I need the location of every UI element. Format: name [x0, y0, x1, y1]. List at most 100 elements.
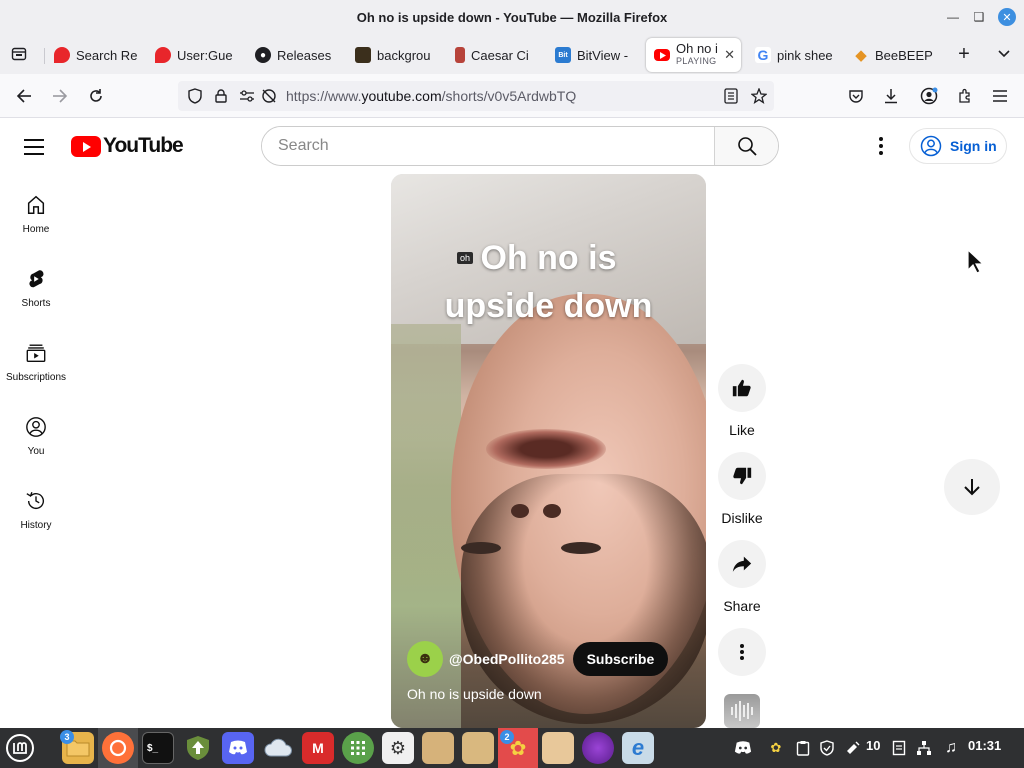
mario-game-icon[interactable]: M — [302, 732, 334, 764]
new-tab-icon[interactable]: + — [953, 43, 975, 65]
back-icon[interactable] — [13, 85, 35, 107]
window-title: Oh no is upside down - YouTube — Mozilla… — [356, 9, 668, 25]
history-icon — [26, 492, 44, 510]
forward-icon[interactable] — [49, 85, 71, 107]
guide-item-history[interactable]: History — [0, 482, 72, 552]
discord-icon[interactable] — [222, 732, 254, 764]
next-video-button[interactable] — [944, 459, 1000, 515]
guide-item-shorts[interactable]: Shorts — [0, 260, 72, 330]
sign-in-label: Sign in — [950, 138, 997, 154]
url-bar[interactable]: https://www.youtube.com/shorts/v0v5Ardwb… — [178, 81, 774, 111]
tab-user-guest[interactable]: User:Gue — [155, 38, 239, 72]
lock-icon[interactable] — [210, 85, 232, 107]
share-button[interactable]: Share — [718, 540, 766, 614]
share-arrow-icon — [732, 556, 752, 572]
you-icon — [26, 417, 46, 437]
close-tab-icon[interactable]: ✕ — [724, 47, 735, 63]
google-icon: G — [755, 47, 771, 63]
tab-search-results[interactable]: Search Re — [54, 38, 138, 72]
tab-beebeep[interactable]: ◆ BeeBEEP — [853, 38, 933, 72]
account-icon[interactable] — [918, 85, 940, 107]
network-tray-icon[interactable] — [915, 739, 933, 757]
permissions-icon[interactable] — [236, 85, 258, 107]
sign-in-button[interactable]: Sign in — [909, 128, 1007, 164]
tab-youtube-active[interactable]: Oh no i PLAYING ✕ — [646, 38, 741, 72]
channel-avatar[interactable]: ☻ — [407, 641, 443, 677]
guide-menu-icon[interactable] — [24, 136, 48, 156]
shield-tray-icon[interactable] — [818, 739, 836, 757]
extensions-icon[interactable] — [954, 85, 976, 107]
notifications-tray-icon[interactable] — [844, 739, 862, 757]
tab-title: Oh no i — [676, 42, 718, 56]
home-icon — [27, 195, 45, 214]
files-badge: 3 — [60, 730, 74, 744]
document-tray-icon[interactable] — [890, 739, 908, 757]
guide-item-you[interactable]: You — [0, 408, 72, 478]
reload-icon[interactable] — [85, 85, 107, 107]
discord-tray-icon[interactable] — [734, 739, 752, 757]
logo-wordmark: YouTube — [103, 134, 184, 157]
search-button[interactable] — [714, 127, 778, 165]
more-actions-button[interactable] — [718, 628, 766, 676]
music-tray-icon[interactable]: ♫ — [942, 739, 960, 757]
bitview-icon: Bit — [555, 47, 571, 63]
guide-item-subscriptions[interactable]: Subscriptions — [0, 334, 72, 404]
shorts-video-player[interactable]: Oh no is upside down oh ☻ @ObedPollito28… — [391, 174, 706, 728]
close-window-icon[interactable]: ✕ — [998, 8, 1016, 26]
list-tabs-icon[interactable] — [993, 43, 1015, 65]
notification-count: 10 — [866, 738, 881, 753]
tab-releases[interactable]: ● Releases — [255, 38, 335, 72]
folder-icon[interactable] — [462, 732, 494, 764]
settings-gear-icon[interactable]: ⚙ — [382, 732, 414, 764]
mouse-pointer-icon — [967, 248, 985, 274]
tab-bitview[interactable]: Bit BitView - — [555, 38, 633, 72]
youtube-play-icon — [71, 135, 101, 157]
purple-orb-icon[interactable] — [582, 732, 614, 764]
beebeep-tray-icon[interactable]: ✿ — [767, 739, 785, 757]
update-manager-icon[interactable] — [182, 732, 214, 764]
internet-explorer-icon[interactable]: e — [622, 732, 654, 764]
pocket-icon[interactable] — [845, 85, 867, 107]
package-icon[interactable] — [542, 732, 574, 764]
channel-handle[interactable]: @ObedPollito285 — [449, 651, 565, 667]
subscribe-button[interactable]: Subscribe — [572, 642, 669, 676]
fire-icon — [155, 47, 171, 63]
settings-more-icon[interactable] — [870, 134, 892, 158]
tab-pink-sheet[interactable]: G pink shee — [755, 38, 837, 72]
channel-info: ☻ @ObedPollito285 Subscribe — [407, 641, 669, 677]
youtube-logo[interactable]: YouTube — [71, 134, 184, 158]
tab-caesar-cipher[interactable]: Caesar Ci — [455, 38, 535, 72]
sound-thumbnail[interactable] — [724, 694, 760, 728]
bookmark-star-icon[interactable] — [748, 85, 770, 107]
grid-app-icon[interactable] — [342, 732, 374, 764]
subscriptions-icon — [26, 344, 46, 362]
firefox-view-icon[interactable] — [8, 43, 30, 65]
tab-background[interactable]: backgrou — [355, 38, 437, 72]
like-button[interactable]: Like — [718, 364, 766, 438]
clipboard-tray-icon[interactable] — [794, 739, 812, 757]
user-circle-icon — [920, 135, 942, 157]
hamburger-menu-icon[interactable] — [989, 85, 1011, 107]
downloads-icon[interactable] — [880, 85, 902, 107]
dislike-button[interactable]: Dislike — [718, 452, 766, 526]
minimize-icon[interactable]: — — [944, 8, 962, 26]
more-vert-icon — [740, 644, 744, 660]
reader-view-icon[interactable] — [720, 85, 742, 107]
image-icon — [355, 47, 371, 63]
search-input[interactable] — [262, 127, 714, 165]
autoplay-blocked-icon[interactable] — [258, 85, 280, 107]
tab-playing-label: PLAYING — [676, 56, 717, 66]
maximize-icon[interactable]: ❑ — [970, 8, 988, 26]
terminal-icon[interactable]: $_ — [142, 732, 174, 764]
tracking-shield-icon[interactable] — [184, 85, 206, 107]
firefox-taskbar-icon[interactable] — [102, 732, 134, 764]
url-text[interactable]: https://www.youtube.com/shorts/v0v5Ardwb… — [286, 88, 576, 104]
archive-folder-icon[interactable] — [422, 732, 454, 764]
short-title[interactable]: Oh no is upside down — [407, 686, 542, 702]
caption-tag: oh — [457, 252, 474, 264]
mint-menu-icon[interactable] — [4, 732, 36, 764]
shorts-icon — [29, 270, 44, 288]
cloud-sync-icon[interactable] — [262, 732, 294, 764]
guide-item-home[interactable]: Home — [0, 186, 72, 256]
beebeep-badge: 2 — [500, 730, 514, 744]
